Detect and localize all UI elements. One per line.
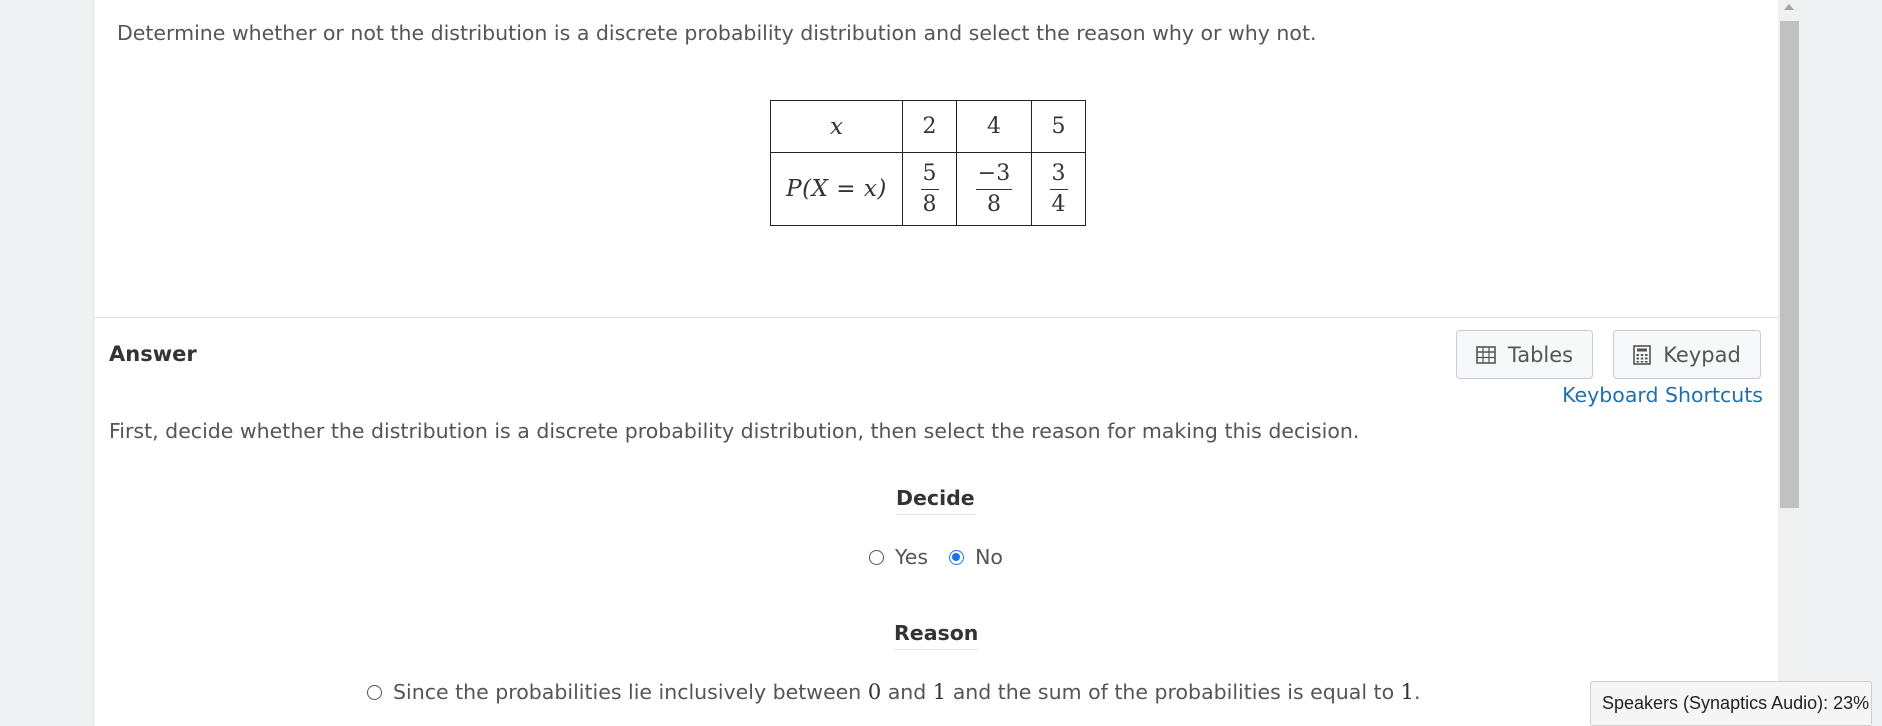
distribution-table: x 2 4 5 P(X = x) 5 8 −3 8 3 4 xyxy=(770,100,1086,226)
fraction: 5 8 xyxy=(920,161,939,217)
no-radio[interactable] xyxy=(949,549,965,565)
table-row: P(X = x) 5 8 −3 8 3 4 xyxy=(770,152,1086,226)
answer-instructions: First, decide whether the distribution i… xyxy=(109,419,1360,443)
x-label-cell: x xyxy=(770,100,903,153)
probability-cell: 5 8 xyxy=(902,152,957,226)
scrollbar-thumb[interactable] xyxy=(1780,21,1799,508)
yes-label[interactable]: Yes xyxy=(895,545,928,569)
table-row: x 2 4 5 xyxy=(770,100,1086,153)
keyboard-shortcuts-link[interactable]: Keyboard Shortcuts xyxy=(1562,383,1763,407)
x-value-cell: 5 xyxy=(1031,100,1086,153)
vertical-scrollbar[interactable] xyxy=(1778,0,1801,726)
decide-radio-group: Yes No xyxy=(869,545,1003,569)
volume-tooltip: Speakers (Synaptics Audio): 23% xyxy=(1590,681,1872,726)
tables-button-label: Tables xyxy=(1507,342,1574,367)
keypad-button-label: Keypad xyxy=(1663,342,1741,367)
section-divider xyxy=(94,317,1778,318)
answer-heading: Answer xyxy=(109,342,197,366)
calculator-icon xyxy=(1633,344,1651,365)
question-text: Determine whether or not the distributio… xyxy=(117,21,1317,45)
probability-label-cell: P(X = x) xyxy=(770,152,903,226)
no-label[interactable]: No xyxy=(975,545,1003,569)
decide-title: Decide xyxy=(896,486,975,515)
reason-title: Reason xyxy=(894,621,979,650)
table-icon xyxy=(1476,345,1496,364)
yes-radio[interactable] xyxy=(869,549,884,565)
reason-option-text[interactable]: Since the probabilities lie inclusively … xyxy=(393,680,1421,704)
probability-cell: −3 8 xyxy=(956,152,1032,226)
keypad-button[interactable]: Keypad xyxy=(1613,330,1761,379)
reason-option-radio[interactable] xyxy=(367,684,382,700)
question-panel: Determine whether or not the distributio… xyxy=(93,0,1779,726)
fraction: −3 8 xyxy=(975,161,1013,217)
x-value-cell: 4 xyxy=(956,100,1032,153)
fraction: 3 4 xyxy=(1049,161,1068,217)
scroll-up-icon[interactable] xyxy=(1784,4,1794,10)
probability-cell: 3 4 xyxy=(1031,152,1086,226)
reason-option[interactable]: Since the probabilities lie inclusively … xyxy=(367,680,1421,704)
tables-button[interactable]: Tables xyxy=(1456,330,1593,379)
x-value-cell: 2 xyxy=(902,100,957,153)
